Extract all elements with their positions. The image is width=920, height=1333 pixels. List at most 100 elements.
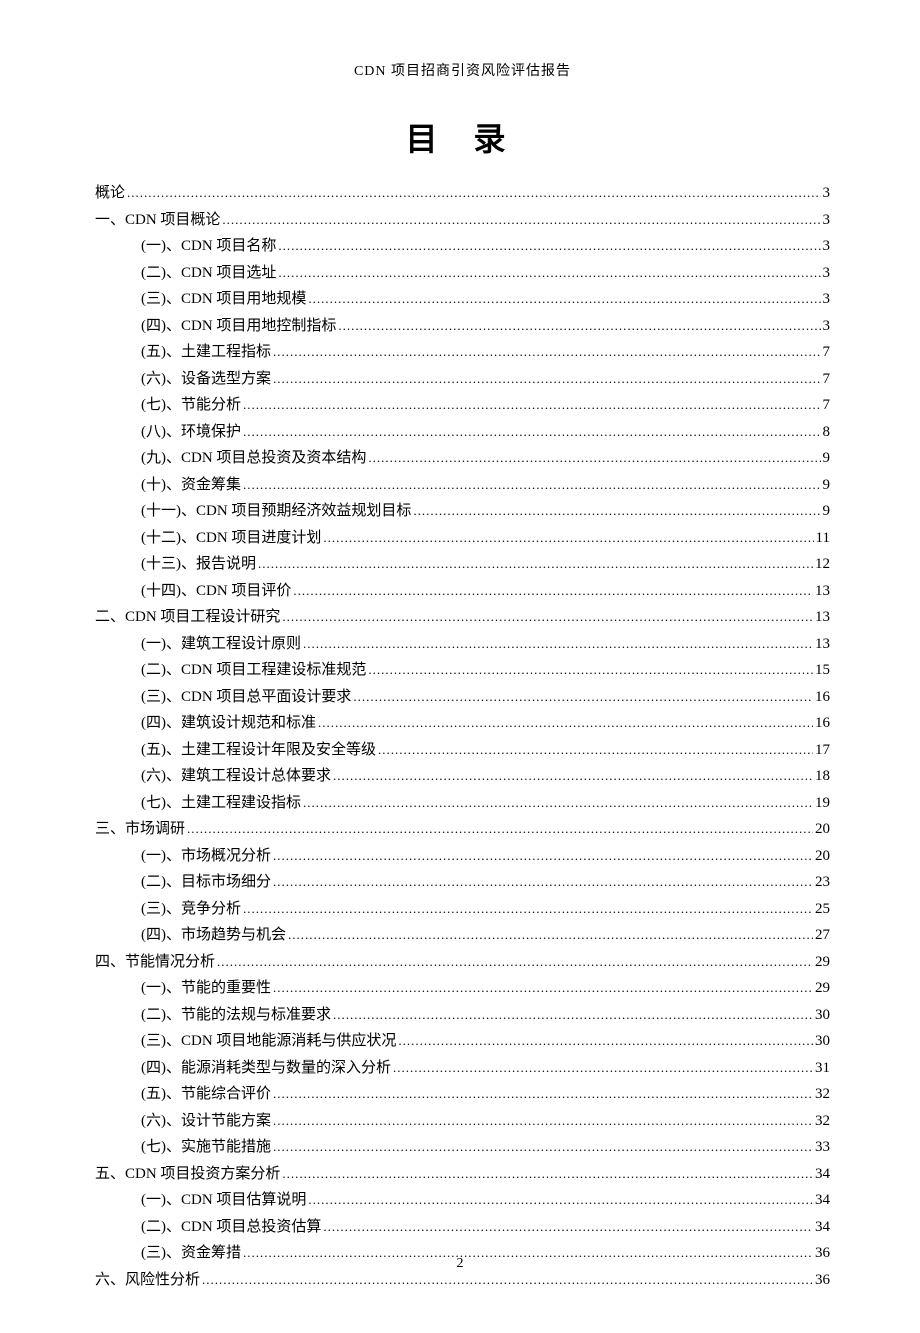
toc-entry: (三)、CDN 项目地能源消耗与供应状况 30: [95, 1028, 830, 1055]
toc-leader-dots: [333, 763, 813, 789]
toc-entry-label: (一)、建筑工程设计原则: [141, 632, 301, 658]
toc-leader-dots: [308, 1187, 813, 1213]
toc-leader-dots: [368, 657, 813, 683]
toc-entry-label: (十四)、CDN 项目评价: [141, 579, 291, 605]
toc-entry-label: (四)、市场趋势与机会: [141, 923, 286, 949]
toc-entry-page: 17: [815, 738, 830, 764]
toc-leader-dots: [273, 339, 821, 365]
toc-entry-page: 3: [823, 181, 831, 207]
toc-entry-label: (五)、节能综合评价: [141, 1082, 271, 1108]
toc-entry-label: (一)、CDN 项目估算说明: [141, 1188, 306, 1214]
toc-entry-label: (四)、建筑设计规范和标准: [141, 711, 316, 737]
toc-entry: (一)、市场概况分析20: [95, 843, 830, 870]
toc-leader-dots: [323, 1214, 813, 1240]
toc-entry-page: 29: [815, 950, 830, 976]
page-header: CDN 项目招商引资风险评估报告: [95, 60, 830, 80]
toc-entry-page: 16: [815, 685, 830, 711]
toc-entry: (二)、CDN 项目总投资估算34: [95, 1214, 830, 1241]
toc-leader-dots: [413, 498, 820, 524]
toc-entry: (十二)、CDN 项目进度计划11: [95, 525, 830, 552]
toc-leader-dots: [273, 843, 813, 869]
toc-leader-dots: [378, 737, 813, 763]
toc-entry: 一、CDN 项目概论 3: [95, 207, 830, 234]
toc-entry: (四)、能源消耗类型与数量的深入分析 31: [95, 1055, 830, 1082]
toc-entry-label: 三、市场调研: [95, 817, 185, 843]
toc-entry-page: 3: [823, 314, 831, 340]
toc-entry: (四)、建筑设计规范和标准 16: [95, 710, 830, 737]
toc-leader-dots: [278, 260, 820, 286]
toc-entry-page: 7: [823, 367, 831, 393]
toc-entry-label: (四)、CDN 项目用地控制指标: [141, 314, 336, 340]
toc-entry-label: (八)、环境保护: [141, 420, 241, 446]
toc-leader-dots: [308, 286, 820, 312]
toc-leader-dots: [368, 445, 820, 471]
toc-entry: (五)、土建工程指标7: [95, 339, 830, 366]
toc-entry-page: 25: [815, 897, 830, 923]
toc-entry-label: (五)、土建工程设计年限及安全等级: [141, 738, 376, 764]
toc-entry-label: (三)、CDN 项目用地规模: [141, 287, 306, 313]
toc-leader-dots: [243, 896, 813, 922]
toc-entry: (十三)、报告说明 12: [95, 551, 830, 578]
toc-entry-page: 3: [823, 261, 831, 287]
toc-entry-label: (二)、目标市场细分: [141, 870, 271, 896]
toc-entry-page: 7: [823, 393, 831, 419]
toc-entry: (三)、CDN 项目总平面设计要求16: [95, 684, 830, 711]
toc-entry: 概论 3: [95, 180, 830, 207]
toc-entry: (五)、节能综合评价32: [95, 1081, 830, 1108]
toc-leader-dots: [393, 1055, 813, 1081]
toc-entry-label: 概论: [95, 181, 125, 207]
toc-entry: (二)、CDN 项目工程建设标准规范15: [95, 657, 830, 684]
toc-entry-page: 31: [815, 1056, 830, 1082]
toc-entry-label: 二、CDN 项目工程设计研究: [95, 605, 280, 631]
toc-entry: (九)、CDN 项目总投资及资本结构 9: [95, 445, 830, 472]
toc-leader-dots: [318, 710, 813, 736]
toc-entry-label: (十)、资金筹集: [141, 473, 241, 499]
toc-entry: (三)、CDN 项目用地规模 3: [95, 286, 830, 313]
toc-entry-label: (一)、CDN 项目名称: [141, 234, 276, 260]
toc-entry-label: (三)、CDN 项目地能源消耗与供应状况: [141, 1029, 396, 1055]
toc-entry-page: 3: [823, 287, 831, 313]
toc-entry-page: 34: [815, 1215, 830, 1241]
toc-entry: (六)、建筑工程设计总体要求18: [95, 763, 830, 790]
table-of-contents: 概论3一、CDN 项目概论3(一)、CDN 项目名称3(二)、CDN 项目选址3…: [95, 180, 830, 1293]
toc-leader-dots: [187, 816, 813, 842]
toc-entry-page: 13: [815, 579, 830, 605]
toc-entry-label: (七)、节能分析: [141, 393, 241, 419]
toc-entry-label: (二)、CDN 项目选址: [141, 261, 276, 287]
toc-leader-dots: [323, 525, 813, 551]
toc-leader-dots: [353, 684, 813, 710]
toc-entry-label: 一、CDN 项目概论: [95, 208, 220, 234]
toc-leader-dots: [127, 180, 820, 206]
toc-entry-label: (九)、CDN 项目总投资及资本结构: [141, 446, 366, 472]
toc-entry: (一)、CDN 项目名称3: [95, 233, 830, 260]
toc-entry: (四)、CDN 项目用地控制指标 3: [95, 313, 830, 340]
toc-leader-dots: [243, 419, 821, 445]
toc-entry: (一)、节能的重要性29: [95, 975, 830, 1002]
toc-entry-page: 9: [823, 446, 831, 472]
toc-leader-dots: [217, 949, 813, 975]
toc-leader-dots: [273, 1134, 813, 1160]
toc-entry-page: 3: [823, 208, 831, 234]
toc-leader-dots: [273, 975, 813, 1001]
toc-entry: (一)、CDN 项目估算说明34: [95, 1187, 830, 1214]
toc-entry-label: 五、CDN 项目投资方案分析: [95, 1162, 280, 1188]
toc-entry: (六)、设备选型方案7: [95, 366, 830, 393]
toc-leader-dots: [273, 366, 821, 392]
toc-entry-page: 20: [815, 817, 830, 843]
document-page: CDN 项目招商引资风险评估报告 目 录 概论3一、CDN 项目概论3(一)、C…: [0, 0, 920, 1333]
toc-leader-dots: [303, 790, 813, 816]
toc-entry-page: 13: [815, 605, 830, 631]
toc-entry: 四、节能情况分析 29: [95, 949, 830, 976]
toc-entry-label: (四)、能源消耗类型与数量的深入分析: [141, 1056, 391, 1082]
toc-entry-page: 16: [815, 711, 830, 737]
toc-entry-page: 12: [815, 552, 830, 578]
toc-entry-label: (十三)、报告说明: [141, 552, 256, 578]
toc-entry-label: 四、节能情况分析: [95, 950, 215, 976]
toc-leader-dots: [303, 631, 813, 657]
page-number: 2: [0, 1256, 920, 1272]
toc-entry-page: 30: [815, 1029, 830, 1055]
toc-entry-page: 34: [815, 1162, 830, 1188]
toc-entry-page: 9: [823, 499, 831, 525]
toc-entry: (六)、设计节能方案32: [95, 1108, 830, 1135]
toc-entry-label: (七)、实施节能措施: [141, 1135, 271, 1161]
